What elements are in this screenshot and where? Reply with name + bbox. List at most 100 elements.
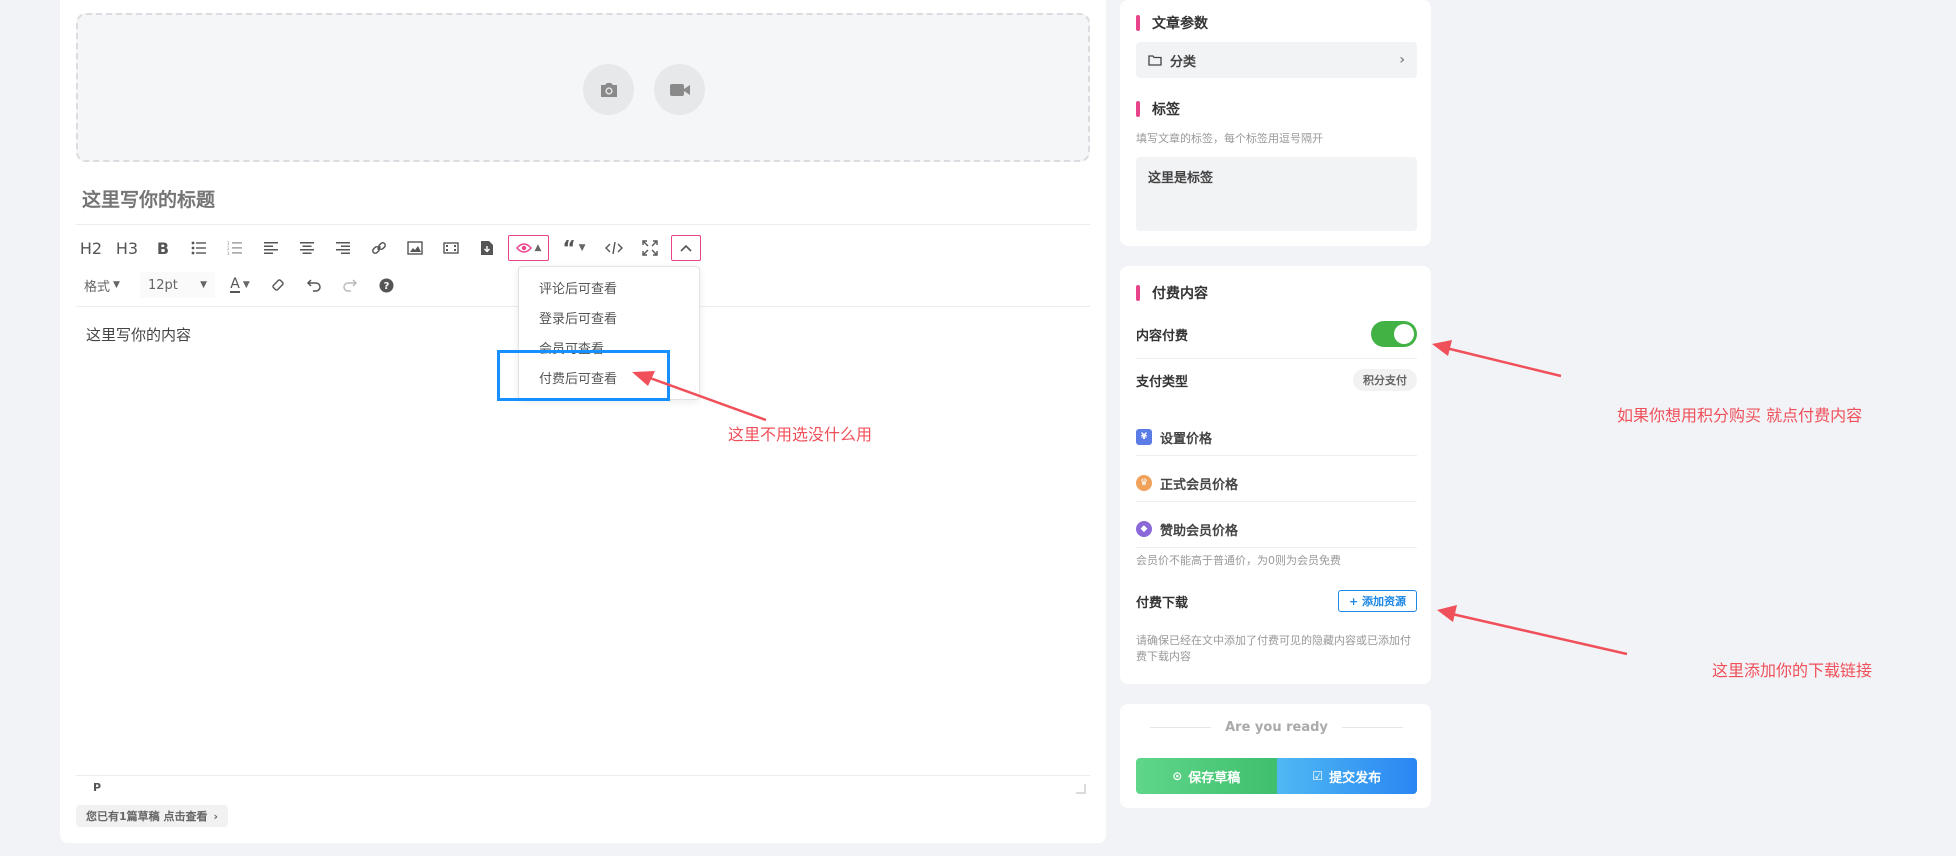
crown-icon: ♛ — [1136, 475, 1152, 491]
help-icon: ? — [379, 278, 393, 292]
dropdown-item-login[interactable]: 登录后可查看 — [519, 305, 699, 335]
category-selector[interactable]: 分类 › — [1136, 42, 1417, 78]
chevron-up-icon — [680, 244, 692, 252]
insert-video-button[interactable] — [436, 235, 466, 261]
publish-button[interactable]: ☑ 提交发布 — [1276, 758, 1417, 794]
caret-down-icon: ▼ — [113, 280, 120, 290]
tags-input[interactable]: 这里是标签 — [1136, 157, 1417, 231]
link-icon — [372, 242, 386, 254]
row-divider — [1136, 501, 1417, 502]
redo-icon — [343, 279, 358, 292]
title-divider — [76, 224, 1090, 225]
align-left-button[interactable] — [256, 235, 286, 261]
chevron-right-icon: › — [1399, 52, 1405, 68]
bullet-list-icon — [191, 241, 206, 255]
undo-button[interactable] — [299, 272, 329, 298]
h3-button[interactable]: H3 — [112, 235, 142, 261]
insert-image-button[interactable] — [400, 235, 430, 261]
file-download-icon — [481, 241, 493, 255]
align-right-button[interactable] — [328, 235, 358, 261]
folder-icon — [1148, 55, 1162, 66]
sponsor-price-row: ◆ 赞助会员价格 — [1136, 519, 1417, 539]
undo-icon — [306, 279, 321, 292]
resize-handle[interactable] — [1076, 784, 1086, 794]
align-left-icon — [264, 242, 278, 254]
editor-panel: H2 H3 B 123 ▲ — [60, 0, 1106, 843]
dropdown-item-comment[interactable]: 评论后可查看 — [519, 275, 699, 305]
tags-title-text: 标签 — [1152, 102, 1180, 118]
annotation-download-note: 这里添加你的下载链接 — [1712, 661, 1873, 680]
code-button[interactable] — [599, 235, 629, 261]
redo-button[interactable] — [335, 272, 365, 298]
annotation-pay-note: 如果你想用积分购买 就点付费内容 — [1617, 406, 1863, 425]
eraser-icon — [272, 279, 284, 291]
video-camera-icon — [669, 83, 690, 96]
caret-up-icon: ▲ — [534, 243, 542, 253]
divider-line — [1341, 727, 1403, 728]
upload-photo-button[interactable] — [583, 64, 634, 115]
status-divider — [76, 775, 1090, 776]
h2-button[interactable]: H2 — [76, 235, 106, 261]
clear-format-button[interactable] — [263, 272, 293, 298]
sponsor-price-input[interactable]: 赞助会员价格 — [1160, 520, 1417, 539]
editor-toolbar-row-2: 格式 ▼ 12pt ▼ A ▼ ? — [76, 271, 407, 299]
row-divider — [1136, 455, 1417, 456]
fullscreen-button[interactable] — [635, 235, 665, 261]
font-size-value: 12pt — [148, 277, 178, 293]
insert-link-button[interactable] — [364, 235, 394, 261]
member-price-row: ♛ 正式会员价格 — [1136, 473, 1417, 493]
tags-hint: 填写文章的标签，每个标签用逗号隔开 — [1136, 132, 1323, 145]
fullscreen-icon — [642, 240, 658, 256]
section-accent-bar — [1136, 285, 1140, 301]
numbered-list-button[interactable]: 123 — [220, 235, 250, 261]
pay-type-select[interactable]: 积分支付 — [1353, 369, 1417, 391]
set-price-input[interactable]: 设置价格 — [1160, 428, 1417, 447]
article-params-title: 文章参数 — [1136, 13, 1208, 33]
content-paid-row: 内容付费 — [1136, 321, 1417, 347]
media-upload-area[interactable] — [76, 13, 1090, 162]
align-center-button[interactable] — [292, 235, 322, 261]
divider-line — [1150, 727, 1212, 728]
add-resource-button[interactable]: + 添加资源 — [1337, 590, 1417, 612]
caret-down-icon: ▼ — [578, 243, 586, 253]
publish-label: 提交发布 — [1329, 770, 1382, 786]
caret-down-icon: ▼ — [242, 280, 250, 290]
save-draft-button[interactable]: ⊙ 保存草稿 — [1136, 758, 1277, 794]
category-label: 分类 — [1170, 54, 1197, 70]
element-path-status: P — [93, 781, 102, 794]
bold-button[interactable]: B — [148, 235, 178, 261]
content-paid-toggle[interactable] — [1371, 321, 1417, 347]
member-price-input[interactable]: 正式会员价格 — [1160, 474, 1417, 493]
font-size-select[interactable]: 12pt ▼ — [140, 272, 215, 298]
code-icon — [605, 241, 623, 255]
format-select[interactable]: 格式 ▼ — [76, 272, 132, 298]
hide-content-button[interactable]: ▲ — [508, 235, 549, 261]
blockquote-button[interactable]: “ ▼ — [555, 235, 593, 261]
title-input[interactable] — [82, 190, 1082, 212]
price-tag-icon: ¥ — [1136, 429, 1152, 445]
insert-file-button[interactable] — [472, 235, 502, 261]
font-color-button[interactable]: A ▼ — [223, 272, 257, 298]
svg-text:?: ? — [383, 281, 389, 292]
draft-notice-button[interactable]: 您已有1篇草稿 点击查看 › — [76, 805, 229, 827]
content-body[interactable]: 这里写你的内容 — [86, 324, 191, 345]
font-color-icon: A — [230, 276, 240, 293]
dropdown-highlight-box — [497, 350, 670, 401]
section-accent-bar — [1136, 15, 1140, 31]
paid-download-row: 付费下载 + 添加资源 — [1136, 590, 1417, 612]
row-divider — [1136, 358, 1417, 359]
article-params-card: 文章参数 分类 › 标签 填写文章的标签，每个标签用逗号隔开 这里是标签 — [1120, 0, 1431, 246]
row-divider — [1136, 547, 1417, 548]
save-draft-label: 保存草稿 — [1188, 770, 1241, 786]
paid-content-title: 付费内容 — [1136, 283, 1208, 303]
align-right-icon — [336, 242, 350, 254]
help-button[interactable]: ? — [371, 272, 401, 298]
upload-video-button[interactable] — [654, 64, 705, 115]
bullet-list-button[interactable] — [184, 235, 214, 261]
collapse-toolbar-button[interactable] — [671, 235, 701, 261]
paid-content-title-text: 付费内容 — [1152, 286, 1208, 302]
format-select-label: 格式 — [84, 279, 111, 295]
gem-icon: ◆ — [1136, 521, 1152, 537]
ready-divider: Are you ready — [1136, 720, 1417, 735]
ready-text: Are you ready — [1225, 720, 1328, 735]
